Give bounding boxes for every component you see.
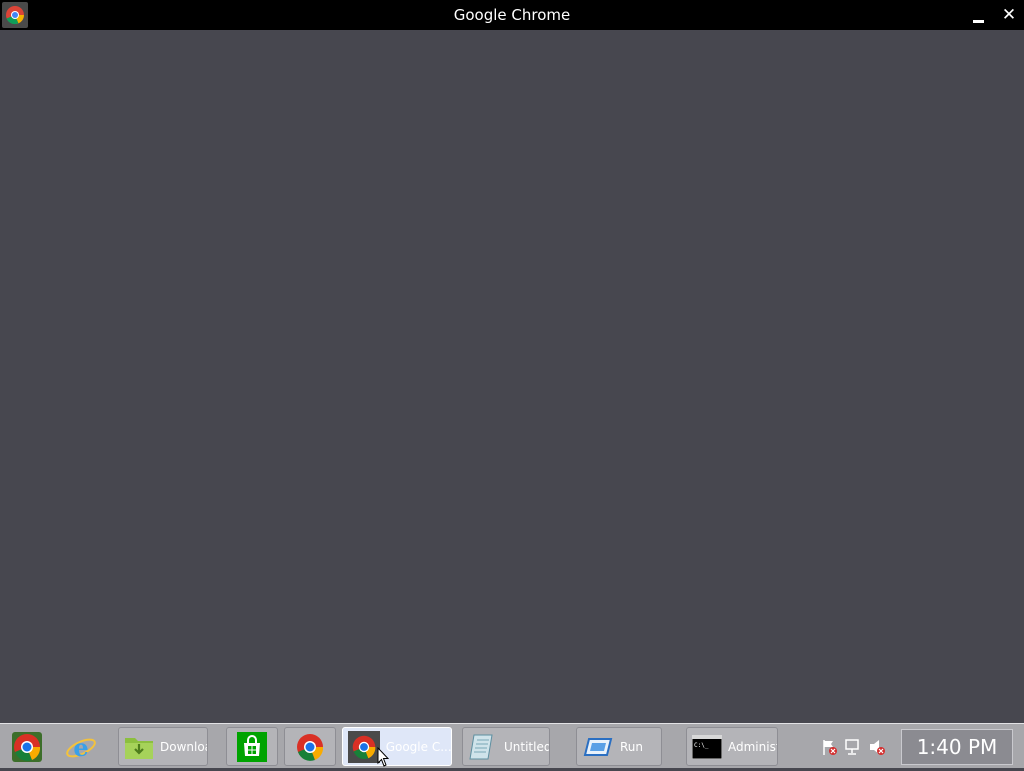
chrome-window: Google Chrome ✕ (0, 0, 1024, 723)
notepad-icon (468, 731, 498, 763)
chrome-canary-icon (11, 731, 43, 763)
taskbar-task-run[interactable]: Run (576, 727, 662, 766)
network-icon[interactable] (844, 738, 862, 756)
chrome-icon (294, 731, 326, 763)
minimize-button[interactable] (967, 4, 989, 26)
folder-download-icon (124, 731, 154, 763)
title-bar[interactable]: Google Chrome ✕ (0, 0, 1024, 30)
taskbar-task-google-chrome-active[interactable]: Google C... (342, 727, 452, 766)
svg-text:C:\_: C:\_ (694, 742, 709, 749)
internet-explorer-icon: e (65, 731, 97, 763)
taskbar-task-store[interactable] (226, 727, 278, 766)
task-label: Run (620, 739, 644, 754)
browser-content-area[interactable] (0, 30, 1024, 723)
volume-muted-icon[interactable] (868, 738, 886, 756)
taskbar: e Downloads (0, 723, 1024, 768)
taskbar-clock[interactable]: 1:40 PM (901, 729, 1013, 765)
action-center-flag-icon[interactable] (820, 738, 838, 756)
mouse-cursor-icon (377, 746, 390, 767)
task-label: Google C... (385, 739, 451, 754)
task-label: Administ... (728, 739, 777, 754)
svg-text:e: e (73, 733, 88, 762)
taskbar-task-notepad-untitled[interactable]: Untitled - ... (462, 727, 550, 766)
taskbar-pinned-internet-explorer[interactable]: e (58, 727, 104, 766)
taskbar-task-chrome[interactable] (284, 727, 336, 766)
task-label: Downloads (160, 739, 207, 754)
task-label: Untitled - ... (504, 739, 549, 754)
cmd-icon: C:\_ (692, 731, 722, 763)
taskbar-task-command-prompt[interactable]: C:\_ Administ... (686, 727, 778, 766)
system-tray (820, 734, 886, 760)
run-icon (582, 731, 614, 763)
taskbar-task-downloads[interactable]: Downloads (118, 727, 208, 766)
taskbar-pinned-chrome-canary[interactable] (4, 727, 50, 766)
close-button[interactable]: ✕ (998, 4, 1020, 26)
chrome-icon (348, 730, 380, 763)
window-title: Google Chrome (453, 6, 571, 24)
store-icon (236, 731, 268, 763)
